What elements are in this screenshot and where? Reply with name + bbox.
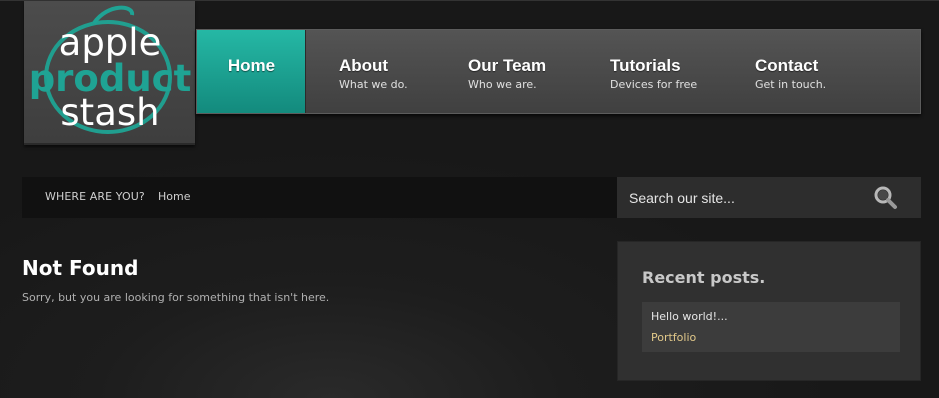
nav-item-tutorials[interactable]: Tutorials Devices for free <box>610 30 730 113</box>
nav-item-about[interactable]: About What we do. <box>339 30 449 113</box>
search-icon <box>874 186 897 209</box>
recent-posts-widget: Recent posts. Hello world!... Portfolio <box>617 241 921 381</box>
nav-item-our-team-label: Our Team <box>468 56 547 75</box>
nav-item-contact-sub: Get in touch. <box>755 78 827 91</box>
nav-item-tutorials-label: Tutorials <box>610 56 681 75</box>
nav-item-tutorials-sub: Devices for free <box>610 78 698 91</box>
nav-item-about-label: About <box>339 56 389 75</box>
not-found-message: Sorry, but you are looking for something… <box>22 291 330 304</box>
search-button[interactable] <box>872 184 900 212</box>
widget-title: Recent posts. <box>642 268 766 287</box>
nav-item-home[interactable]: Home <box>197 30 306 113</box>
breadcrumb-label: WHERE ARE YOU? <box>45 190 145 203</box>
breadcrumb: WHERE ARE YOU? Home <box>22 177 617 218</box>
logo-text-stash: stash <box>60 91 159 134</box>
nav-item-our-team[interactable]: Our Team Who we are. <box>468 30 588 113</box>
nav-item-home-label: Home <box>227 56 276 75</box>
recent-posts-list: Hello world!... Portfolio <box>642 302 900 352</box>
nav-item-about-sub: What we do. <box>339 78 408 91</box>
main-nav: Home About What we do. Our Team Who we a… <box>196 29 921 114</box>
nav-item-contact-label: Contact <box>755 56 819 75</box>
page-title: Not Found <box>22 256 139 280</box>
recent-post-link[interactable]: Portfolio <box>651 331 696 344</box>
search-input[interactable] <box>617 177 867 218</box>
site-logo[interactable]: apple product stash <box>24 1 195 145</box>
logo-graphic: apple product stash <box>29 5 191 134</box>
nav-item-contact[interactable]: Contact Get in touch. <box>755 30 875 113</box>
recent-post-link[interactable]: Hello world!... <box>651 310 728 323</box>
search-box <box>617 177 921 218</box>
breadcrumb-home-link[interactable]: Home <box>158 190 190 203</box>
nav-item-our-team-sub: Who we are. <box>468 78 537 91</box>
